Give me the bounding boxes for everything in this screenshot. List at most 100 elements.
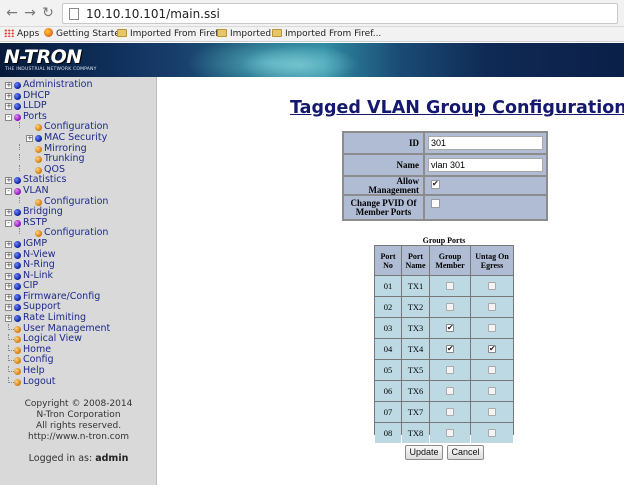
untag-on-egress-checkbox[interactable] <box>488 387 496 395</box>
group-member-checkbox[interactable] <box>446 323 454 332</box>
logged-in-user: admin <box>95 453 129 464</box>
sidebar-item-label: VLAN <box>23 184 49 196</box>
blue-bullet-icon <box>14 293 21 301</box>
port-no-cell: 07 <box>375 402 401 422</box>
untag-on-egress-checkbox[interactable] <box>488 408 496 416</box>
sidebar-item-label: MAC Security <box>44 131 108 143</box>
change-pvid-label: Change PVID Of Member Ports <box>344 196 423 219</box>
forward-arrow-icon[interactable]: → <box>22 5 38 21</box>
blue-bullet-icon <box>14 209 21 217</box>
bookmark-label: Getting Started <box>56 29 126 39</box>
group-member-cell <box>430 318 470 338</box>
blue-bullet-icon <box>14 92 21 100</box>
rights-text: All rights reserved. <box>35 421 122 431</box>
expand-icon[interactable]: + <box>5 103 12 111</box>
group-member-cell <box>430 339 470 359</box>
orange-bullet-icon <box>35 156 42 164</box>
change-pvid-checkbox[interactable] <box>431 199 440 208</box>
collapse-icon[interactable]: - <box>5 219 12 227</box>
bookmark-imported-from-firefox-1[interactable]: Imported From Firef... <box>117 28 226 41</box>
port-name-cell: TX6 <box>402 381 429 401</box>
group-member-checkbox[interactable] <box>446 344 454 353</box>
sidebar-item-label: Logout <box>23 375 56 387</box>
group-member-checkbox[interactable] <box>446 366 454 374</box>
expand-icon[interactable]: + <box>5 315 12 323</box>
group-member-cell <box>430 402 470 422</box>
bookmark-imported-from-firefox-2[interactable]: Imported From Firef... <box>272 28 381 41</box>
orange-bullet-icon <box>14 336 21 344</box>
group-member-cell <box>430 276 470 296</box>
expand-icon[interactable]: + <box>5 262 12 270</box>
bookmark-label: Imported From Firef... <box>285 29 382 39</box>
expand-icon[interactable]: + <box>5 209 12 217</box>
bookmark-getting-started[interactable]: Getting Started <box>44 28 126 41</box>
url-text[interactable]: 10.10.10.101/main.ssi <box>86 7 220 21</box>
untag-on-egress-cell <box>471 381 513 401</box>
expand-icon[interactable]: + <box>5 272 12 280</box>
reload-icon[interactable]: ↻ <box>40 5 56 21</box>
logged-in-label: Logged in as: <box>28 453 93 464</box>
orange-bullet-icon <box>14 346 21 354</box>
expand-icon[interactable]: + <box>5 251 12 259</box>
update-button[interactable]: Update <box>405 445 443 460</box>
address-bar[interactable]: 10.10.10.101/main.ssi <box>62 3 618 24</box>
folder-icon <box>217 29 227 37</box>
expand-icon[interactable]: + <box>5 240 12 248</box>
ntron-logo: N-TRON <box>4 46 82 68</box>
blue-bullet-icon <box>14 82 21 89</box>
group-member-checkbox[interactable] <box>446 303 454 311</box>
purple-bullet-icon <box>14 113 21 121</box>
change-pvid-row: Change PVID Of Member Ports <box>344 196 546 219</box>
untag-on-egress-checkbox[interactable] <box>488 344 496 353</box>
group-member-cell <box>430 297 470 317</box>
port-no-cell: 03 <box>375 318 401 338</box>
name-row: Name vlan 301 <box>344 155 546 175</box>
page-title: Tagged VLAN Group Configuration <box>290 98 624 118</box>
tree-line <box>19 122 20 129</box>
allow-management-label: Allow Management <box>344 176 423 194</box>
back-arrow-icon[interactable]: ← <box>4 5 20 21</box>
bookmark-label: Imported <box>230 29 272 39</box>
group-member-checkbox[interactable] <box>446 429 454 437</box>
untag-on-egress-checkbox[interactable] <box>488 282 496 290</box>
copyright-line: Copyright © 2008-2014 <box>24 399 133 409</box>
collapse-icon[interactable]: - <box>5 187 12 195</box>
company-name: N-Tron Corporation <box>36 410 121 420</box>
group-member-checkbox[interactable] <box>446 282 454 290</box>
untag-on-egress-checkbox[interactable] <box>488 429 496 437</box>
header-banner: N-TRON THE INDUSTRIAL NETWORK COMPANY <box>0 43 624 77</box>
port-no-cell: 02 <box>375 297 401 317</box>
group-member-checkbox[interactable] <box>446 387 454 395</box>
bookmark-label: Apps <box>17 29 40 39</box>
expand-icon[interactable]: + <box>5 92 12 100</box>
id-input[interactable]: 301 <box>428 136 543 150</box>
untag-on-egress-cell <box>471 423 513 443</box>
blue-bullet-icon <box>35 134 42 142</box>
port-no-header: Port No <box>375 246 401 275</box>
expand-icon[interactable]: + <box>26 134 33 142</box>
bookmark-imported[interactable]: Imported <box>217 28 271 41</box>
expand-icon[interactable]: + <box>5 293 12 301</box>
expand-icon[interactable]: + <box>5 177 12 185</box>
collapse-icon[interactable]: - <box>5 113 12 121</box>
port-name-cell: TX1 <box>402 276 429 296</box>
sidebar-item-label: Administration <box>23 79 93 90</box>
tree-line <box>19 196 20 203</box>
expand-icon[interactable]: + <box>5 82 12 89</box>
orange-bullet-icon <box>14 368 21 376</box>
page-icon <box>69 8 79 20</box>
bookmark-apps[interactable]: Apps <box>4 28 39 41</box>
group-member-cell <box>430 360 470 380</box>
expand-icon[interactable]: + <box>5 304 12 312</box>
allow-management-row: Allow Management <box>344 176 546 194</box>
name-input[interactable]: vlan 301 <box>428 158 543 172</box>
website-link[interactable]: http://www.n-tron.com <box>0 432 157 443</box>
cancel-button[interactable]: Cancel <box>447 445 484 460</box>
untag-on-egress-checkbox[interactable] <box>488 324 496 332</box>
untag-on-egress-checkbox[interactable] <box>488 366 496 374</box>
allow-management-checkbox[interactable] <box>431 179 440 189</box>
group-member-checkbox[interactable] <box>446 408 454 416</box>
untag-on-egress-checkbox[interactable] <box>488 303 496 311</box>
id-value-cell: 301 <box>425 133 546 153</box>
expand-icon[interactable]: + <box>5 283 12 291</box>
